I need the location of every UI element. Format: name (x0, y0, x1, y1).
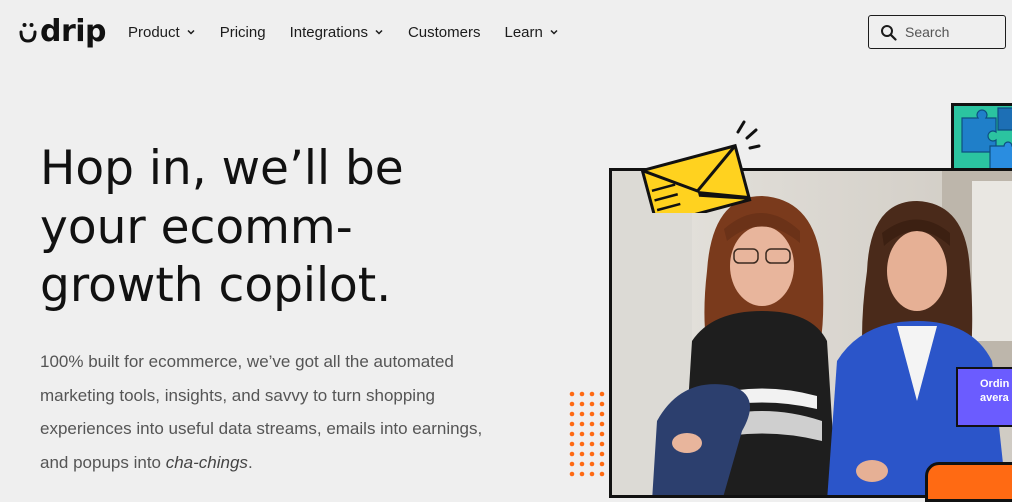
search-box[interactable] (868, 15, 1006, 49)
headline-line: Hop in, we’ll be (40, 141, 404, 196)
subtext-end: . (247, 452, 253, 472)
hero-photo (609, 168, 1012, 498)
nav-item-label: Pricing (219, 23, 266, 41)
chevron-down-icon (375, 29, 383, 35)
search-input[interactable] (905, 24, 995, 40)
nav-item-pricing[interactable]: Pricing (220, 22, 266, 42)
puzzle-image (951, 103, 1012, 173)
nav-item-product[interactable]: Product (128, 22, 196, 42)
stat-card: Ordin avera (956, 367, 1012, 427)
chevron-down-icon (187, 29, 195, 35)
orange-dots-decoration (569, 391, 605, 477)
nav-item-label: Learn (504, 23, 543, 41)
drip-logo[interactable]: drip (19, 14, 107, 49)
site-header: drip Product Pricing Integrations Custom… (0, 0, 1012, 64)
subtext-emphasis: cha-chings (165, 452, 248, 472)
chevron-down-icon (550, 29, 558, 35)
nav-item-learn[interactable]: Learn (504, 22, 558, 42)
search-icon (881, 24, 897, 41)
main-nav: Product Pricing Integrations Customers L… (128, 22, 583, 42)
nav-item-integrations[interactable]: Integrations (290, 22, 384, 42)
brand-name: drip (40, 14, 107, 49)
nav-item-label: Integrations (289, 23, 368, 41)
headline-line: your ecomm- (40, 199, 353, 255)
stat-card-line: Ordin (980, 378, 1010, 390)
puzzle-pieces-icon (954, 106, 1012, 170)
hero-headline: Hop in, we’ll be your ecomm- growth copi… (40, 140, 520, 316)
hero-subtext: 100% built for ecommerce, we’ve got all … (40, 345, 500, 479)
headline-line: growth copilot. (40, 258, 392, 313)
orange-card-decoration (925, 462, 1012, 502)
drip-smile-logo-icon (19, 23, 37, 43)
subtext-main: 100% built for ecommerce, we’ve got all … (40, 352, 483, 472)
nav-item-label: Product (128, 23, 180, 41)
nav-item-label: Customers (407, 23, 481, 41)
stat-card-line: avera (980, 392, 1009, 404)
nav-item-customers[interactable]: Customers (408, 22, 481, 42)
hero-photo-illustration (612, 171, 1012, 495)
envelope-icon (640, 120, 761, 213)
